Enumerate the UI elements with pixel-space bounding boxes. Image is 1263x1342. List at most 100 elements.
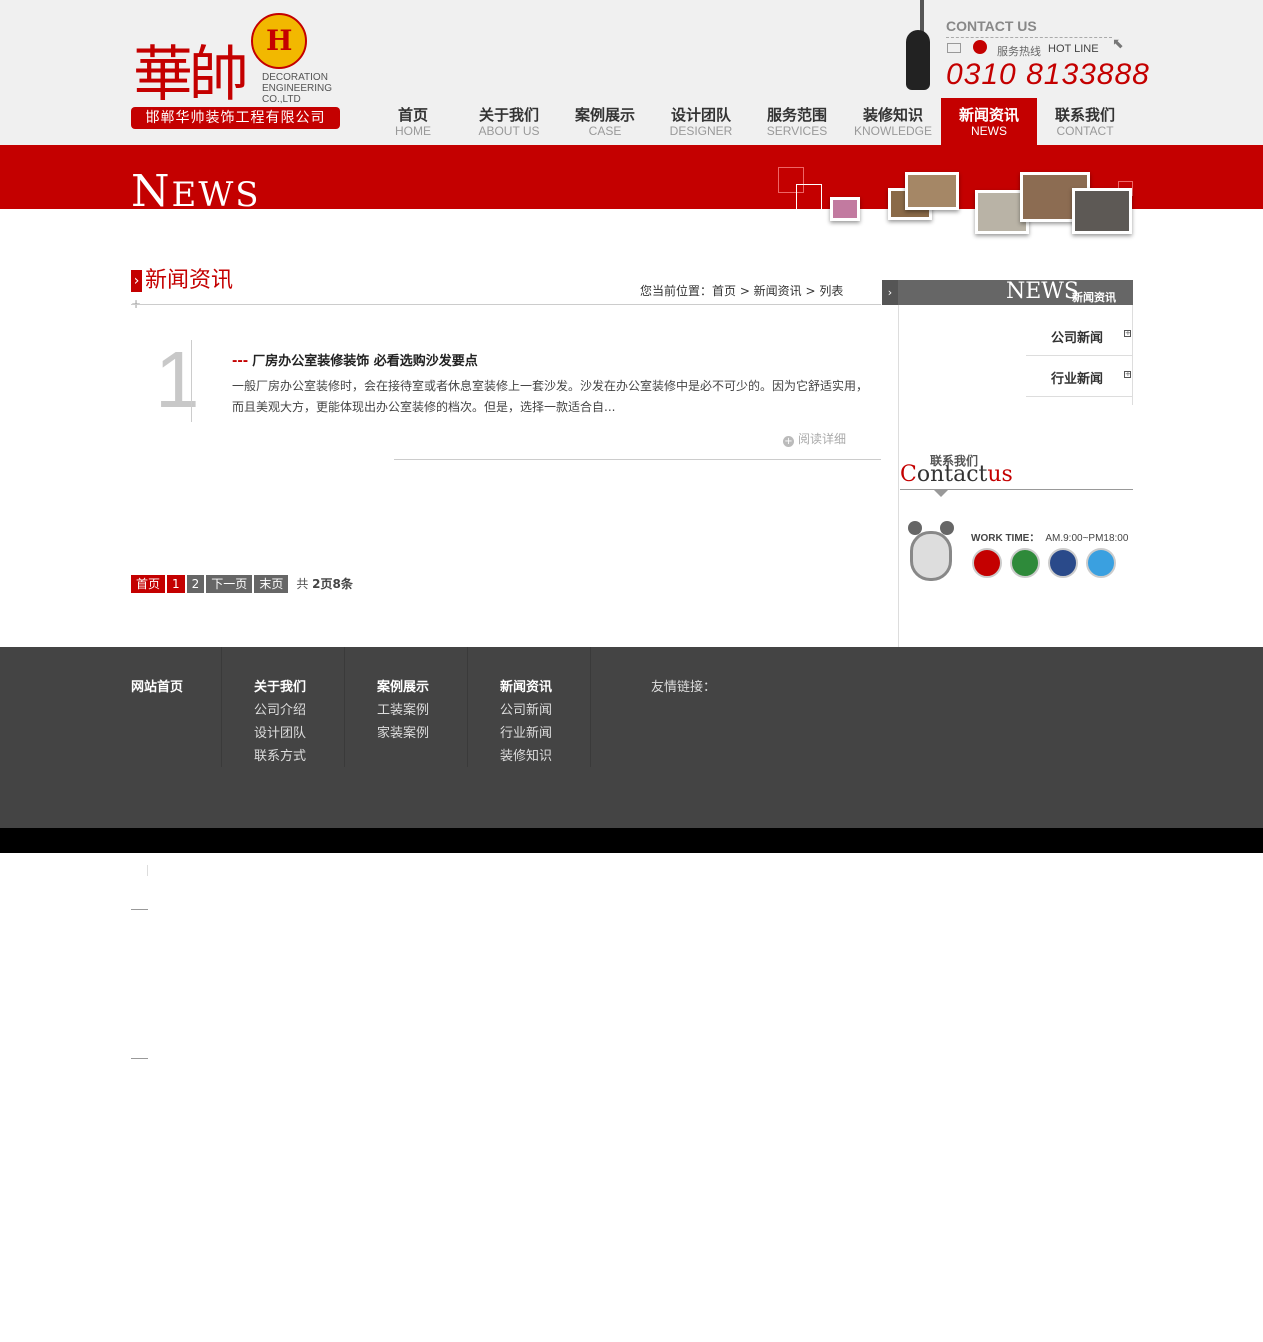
plus-circle-icon: + xyxy=(783,436,794,447)
work-time-value: AM.9:00~PM18:00 xyxy=(1045,533,1129,544)
work-time: WORK TIME： AM.9:00~PM18:00 xyxy=(971,529,1128,544)
nav-designer[interactable]: 设计团队 DESIGNER xyxy=(653,98,749,145)
section-title-text: 新闻资讯 xyxy=(145,268,234,293)
page-first-button[interactable]: 首页 xyxy=(131,575,166,593)
divider xyxy=(946,37,1112,38)
footer-bottom-bar xyxy=(0,828,1263,853)
banner-photo xyxy=(1072,188,1132,234)
company-name: 邯郸华帅装饰工程有限公司 xyxy=(131,107,340,129)
logo-en-line: DECORATION xyxy=(262,72,328,83)
logo-emblem-icon: H xyxy=(251,13,307,69)
nav-label-cn: 案例展示 xyxy=(574,106,635,124)
sidebar-header-en: NEWS xyxy=(1006,279,1079,304)
article-title-text: 厂房办公室装修装饰 必看选购沙发要点 xyxy=(252,354,478,369)
hotline-number: 0310 8133888 xyxy=(946,58,1150,91)
nav-label-en: KNOWLEDGE xyxy=(853,124,932,138)
hotline-label-en: HOT LINE xyxy=(1048,43,1099,55)
divider xyxy=(131,1058,148,1059)
page-next-button[interactable]: 下一页 xyxy=(206,575,253,593)
contact-us-mid: ontact xyxy=(916,462,988,487)
page: 華帥 H DECORATION ENGINEERING CO.,LTD 邯郸华帅… xyxy=(0,0,1263,1342)
footer-link[interactable]: 公司新闻 xyxy=(500,699,552,718)
nav-contact[interactable]: 联系我们 CONTACT xyxy=(1037,98,1133,145)
nav-about[interactable]: 关于我们 ABOUT US xyxy=(461,98,557,145)
footer-heading[interactable]: 关于我们 xyxy=(254,676,306,695)
logo[interactable]: 華帥 H DECORATION ENGINEERING CO.,LTD 邯郸华帅… xyxy=(131,10,346,132)
nav-home[interactable]: 首页 HOME xyxy=(365,98,461,145)
divider xyxy=(590,647,591,767)
footer-link[interactable]: 设计团队 xyxy=(254,722,306,741)
divider xyxy=(394,459,881,460)
divider xyxy=(147,865,148,876)
logo-en-line: ENGINEERING xyxy=(262,83,333,94)
sidebar-item-company-news[interactable]: 公司新闻 + xyxy=(1026,315,1133,356)
qq-icon[interactable] xyxy=(1010,548,1040,578)
qq-icon[interactable] xyxy=(973,40,987,54)
nav-label-cn: 联系我们 xyxy=(1054,106,1115,124)
contact-us-suffix: us xyxy=(987,462,1013,487)
page-2-button[interactable]: 2 xyxy=(186,575,205,593)
banner-photo xyxy=(905,172,959,210)
footer-link[interactable]: 公司介绍 xyxy=(254,699,306,718)
nav-label-cn: 关于我们 xyxy=(478,106,539,124)
divider xyxy=(191,340,192,422)
nav-case[interactable]: 案例展示 CASE xyxy=(557,98,653,145)
mail-icon[interactable] xyxy=(947,43,961,53)
contact-top: CONTACT US 服务热线 HOT LINE ⬉ 0310 8133888 xyxy=(904,0,1149,96)
nav-services[interactable]: 服务范围 SERVICES xyxy=(749,98,845,145)
article-dash: --- xyxy=(232,354,249,369)
page-1-button[interactable]: 1 xyxy=(167,575,185,593)
page-last-button[interactable]: 末页 xyxy=(254,575,289,593)
sidebar-item-label: 公司新闻 xyxy=(1051,331,1104,346)
page-info: 共 2页8条 xyxy=(296,575,353,593)
footer-link[interactable]: 联系方式 xyxy=(254,745,306,764)
article-excerpt: 一般厂房办公室装修时，会在接待室或者休息室装修上一套沙发。沙发在办公室装修中是必… xyxy=(232,379,869,414)
divider xyxy=(467,647,468,767)
contact-us-initial: C xyxy=(900,462,917,487)
footer-link[interactable]: 装修知识 xyxy=(500,745,552,764)
msn-icon[interactable] xyxy=(1086,548,1116,578)
footer-link[interactable]: 行业新闻 xyxy=(500,722,552,741)
qq-icon[interactable] xyxy=(1048,548,1078,578)
nav-label-cn: 首页 xyxy=(397,106,428,124)
nav-label-en: HOME xyxy=(395,124,431,138)
sidebar-header: › NEWS 新闻资讯 xyxy=(882,279,1133,305)
article-number: 1 xyxy=(155,335,200,424)
sidebar-item-industry-news[interactable]: 行业新闻 + xyxy=(1026,356,1133,397)
nav-label-en: ABOUT US xyxy=(478,124,540,138)
footer-heading[interactable]: 新闻资讯 xyxy=(500,676,552,695)
contact-title: CONTACT US xyxy=(946,18,1037,34)
footer xyxy=(0,647,1263,828)
read-more-label: 阅读详细 xyxy=(798,432,847,446)
logo-en-line: CO.,LTD xyxy=(262,94,301,105)
cursor-icon: ⬉ xyxy=(1112,36,1124,52)
page-info-value: 2页8条 xyxy=(312,577,353,591)
qq-icon[interactable] xyxy=(972,548,1002,578)
footer-link[interactable]: 家装案例 xyxy=(377,722,429,741)
article-title[interactable]: --- 厂房办公室装修装饰 必看选购沙发要点 xyxy=(232,350,478,369)
nav-label-cn: 服务范围 xyxy=(766,106,827,124)
footer-home-link[interactable]: 网站首页 xyxy=(131,676,183,695)
divider xyxy=(344,647,345,767)
banner-title-initial: N xyxy=(131,166,172,217)
sidebar-header-cn: 新闻资讯 xyxy=(1072,291,1116,304)
friend-links-label: 友情链接： xyxy=(651,680,717,695)
chevron-right-icon: › xyxy=(131,270,142,292)
logo-mark: H xyxy=(266,24,293,57)
hotline-label-cn: 服务热线 xyxy=(997,45,1041,58)
nav-label-en: CASE xyxy=(588,124,622,138)
page-info-prefix: 共 xyxy=(296,577,309,591)
nav-label-en: CONTACT xyxy=(1056,124,1114,138)
nav-label-cn: 新闻资讯 xyxy=(958,106,1019,124)
read-more-link[interactable]: + 阅读详细 xyxy=(783,430,846,447)
nav-news[interactable]: 新闻资讯 NEWS xyxy=(941,98,1037,145)
footer-link[interactable]: 工装案例 xyxy=(377,699,429,718)
telephone-icon xyxy=(906,30,930,90)
contact-us-heading: 联系我们 Contactus xyxy=(900,452,1133,502)
footer-heading[interactable]: 案例展示 xyxy=(377,676,429,695)
nav-label-cn: 设计团队 xyxy=(670,106,731,124)
nav-knowledge[interactable]: 装修知识 KNOWLEDGE xyxy=(845,98,941,145)
banner-title-rest: EWS xyxy=(171,175,261,215)
divider xyxy=(131,909,148,910)
breadcrumb[interactable]: 您当前位置：首页 > 新闻资讯 > 列表 xyxy=(640,282,843,299)
